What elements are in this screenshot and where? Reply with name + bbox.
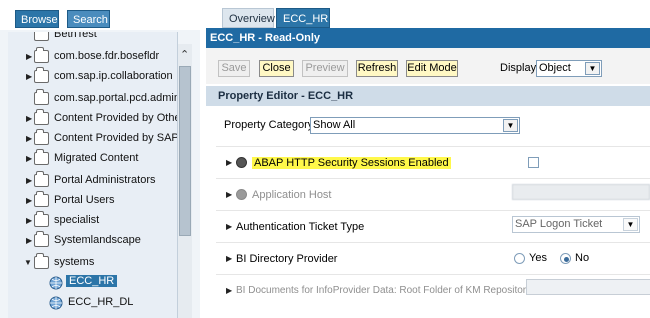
property-category-row: Property Category: Show All ▼ [206,106,650,146]
expand-arrow-icon[interactable]: ▶ [26,236,34,246]
property-label: ABAP HTTP Security Sessions Enabled [252,157,451,169]
bi-directory-yes-radio[interactable] [514,253,525,264]
property-row[interactable]: ▶ ABAP HTTP Security Sessions Enabled [216,146,650,178]
property-category-select[interactable]: Show All ▼ [310,117,520,134]
folder-icon [34,231,49,247]
editor-panel: Overview ECC_HR ECC_HR - Read-Only Save … [200,0,650,318]
display-label: Display: [500,62,540,74]
editor-toolbar: Save Close Preview Refresh Edit Mode Dis… [206,48,650,84]
property-row[interactable]: ▶ BI Documents for InfoProvider Data: Ro… [216,274,650,306]
scrollbar-thumb[interactable] [179,66,191,236]
property-editor-header: Property Editor - ECC_HR [206,86,650,106]
expand-arrow-icon[interactable]: ▶ [26,72,34,82]
abap-http-security-checkbox[interactable] [528,157,539,168]
edit-mode-button[interactable]: Edit Mode [406,60,458,77]
property-row[interactable]: ▶ BI Directory Provider Yes No [216,242,650,274]
folder-icon [34,47,49,63]
chevron-down-icon[interactable]: ▼ [623,218,638,231]
tab-browse[interactable]: Browse [15,10,59,28]
display-select[interactable]: Object ▼ [536,60,602,77]
folder-icon [34,67,49,83]
expand-arrow-icon[interactable]: ▶ [226,190,232,199]
folder-icon [34,109,49,125]
scroll-up-icon[interactable]: ⌃ [180,48,189,61]
folder-icon [34,149,49,165]
radio-label-no: No [575,252,590,264]
property-row[interactable]: ▶ Application Host [216,178,650,210]
save-button[interactable]: Save [218,60,250,77]
expand-arrow-icon[interactable]: ▶ [226,286,232,295]
portal-content-tree: BethTest ▶ com.bose.fdr.bosefldr ▶ com.s… [8,32,178,318]
system-globe-icon [49,276,63,290]
application-host-field[interactable] [512,184,650,200]
gear-icon [236,189,247,200]
tree-scrollbar[interactable]: ⌃ [178,44,192,318]
authentication-ticket-value: SAP Logon Ticket [515,218,603,230]
editor-tab-bar: Overview ECC_HR [200,0,650,28]
preview-button[interactable]: Preview [302,60,348,77]
folder-icon [34,129,49,145]
folder-icon [34,32,49,41]
authentication-ticket-select[interactable]: SAP Logon Ticket ▼ [512,216,640,233]
bi-documents-root-folder-field[interactable] [526,279,650,295]
gear-icon [236,157,247,168]
expand-arrow-icon[interactable]: ▶ [26,134,34,144]
folder-icon [34,191,49,207]
radio-label-yes: Yes [529,252,547,264]
chevron-down-icon[interactable]: ▼ [585,62,600,75]
tab-search[interactable]: Search [67,10,110,28]
property-label: Authentication Ticket Type [236,221,365,233]
folder-icon [34,211,49,227]
property-label: Application Host [252,189,332,201]
expand-arrow-icon[interactable]: ▶ [26,216,34,226]
bi-directory-no-radio[interactable] [560,253,571,264]
expand-arrow-icon[interactable]: ▶ [226,254,232,263]
expand-arrow-icon[interactable]: ▶ [26,114,34,124]
collapse-arrow-icon[interactable]: ▼ [24,258,32,268]
tab-ecc-hr[interactable]: ECC_HR [276,8,330,28]
navigation-panel: Browse Search BethTest ▶ com.bose.fdr.bo… [0,0,200,318]
tab-overview[interactable]: Overview [222,8,275,28]
nav-tab-bar: Browse Search [0,0,200,30]
expand-arrow-icon[interactable]: ▶ [226,158,232,167]
display-select-value: Object [539,62,571,74]
expand-arrow-icon[interactable]: ▶ [26,196,34,206]
expand-arrow-icon[interactable]: ▶ [26,154,34,164]
property-row[interactable]: ▶ Authentication Ticket Type SAP Logon T… [216,210,650,242]
folder-icon [34,89,49,105]
property-category-label: Property Category: [224,119,317,131]
chevron-down-icon[interactable]: ▼ [503,119,518,132]
property-label: BI Directory Provider [236,253,338,265]
close-button[interactable]: Close [259,60,294,77]
property-label: BI Documents for InfoProvider Data: Root… [236,285,532,296]
folder-open-icon [34,253,49,269]
expand-arrow-icon[interactable]: ▶ [26,52,34,62]
system-globe-icon [49,296,63,310]
property-list: ▶ ABAP HTTP Security Sessions Enabled ▶ … [206,146,650,318]
property-category-value: Show All [313,119,356,131]
refresh-button[interactable]: Refresh [356,60,398,77]
page-title: ECC_HR - Read-Only [206,28,650,48]
folder-icon [34,171,49,187]
expand-arrow-icon[interactable]: ▶ [226,222,232,231]
expand-arrow-icon[interactable]: ▶ [26,176,34,186]
